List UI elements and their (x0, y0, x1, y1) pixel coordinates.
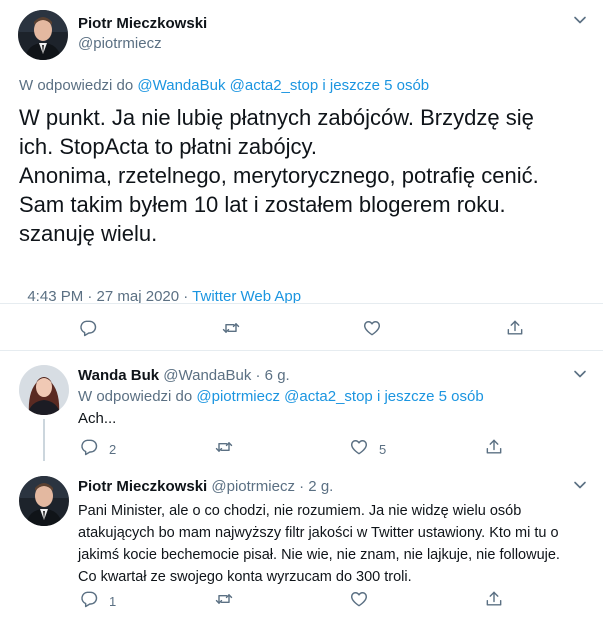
author-handle[interactable]: @piotrmiecz (211, 478, 295, 495)
reply-mentions-link[interactable]: @piotrmiecz @acta2_stop (196, 388, 372, 405)
avatar[interactable] (19, 365, 69, 415)
like-button[interactable]: 5 (349, 437, 386, 462)
tweet-text: W punkt. Ja nie lubię płatnych zabójców.… (19, 103, 539, 248)
tweet-text-line: szanuję wielu. (19, 221, 158, 246)
reply-icon (79, 589, 99, 614)
reply-button[interactable]: 2 (79, 437, 116, 462)
tweet-age[interactable]: · 2 g. (299, 478, 333, 495)
share-button[interactable] (484, 589, 504, 614)
reply-header: Piotr Mieczkowski @piotrmiecz · 2 g. (78, 478, 333, 495)
avatar[interactable] (19, 476, 69, 526)
author-handle[interactable]: @piotrmiecz (78, 35, 162, 52)
tweet-meta: 4:43 PM · 27 maj 2020 · Twitter Web App (19, 271, 301, 305)
like-count: 5 (379, 442, 387, 457)
tweet-text-line: Sam takim byłem 10 lat i zostałem bloger… (19, 192, 506, 217)
retweet-icon (221, 318, 241, 343)
reply-prefix: W odpowiedzi do (78, 388, 193, 405)
author-name[interactable]: Wanda Buk (78, 367, 159, 384)
reply-prefix: W odpowiedzi do (19, 77, 134, 94)
retweet-button[interactable] (214, 437, 234, 462)
reply-count: 1 (109, 594, 117, 609)
reply-header: Wanda Buk @WandaBuk · 6 g. (78, 367, 290, 384)
tweet-text-line: Pani Minister, ale o co chodzi, nie rozu… (78, 503, 522, 519)
author-name[interactable]: Piotr Mieczkowski (78, 15, 207, 32)
tweet-age[interactable]: · 6 g. (256, 367, 290, 384)
tweet-text-line: atakujących bo mam najwyższy filtr jakoś… (78, 525, 559, 541)
share-icon (484, 589, 504, 614)
reply-icon (79, 437, 99, 462)
like-button[interactable] (362, 318, 382, 343)
divider (0, 350, 603, 351)
author-name[interactable]: Piotr Mieczkowski (78, 478, 207, 495)
retweet-icon (214, 437, 234, 462)
tweet-text: Ach... (78, 410, 117, 427)
tweet-text-line: ich. StopActa to płatni zabójcy. (19, 134, 317, 159)
tweet-text-line: Co kwartał ze swojego konta wyrzucam do … (78, 569, 412, 585)
reply-others-link[interactable]: i jeszcze 5 osób (322, 77, 429, 94)
tweet-text-line: W punkt. Ja nie lubię płatnych zabójców.… (19, 105, 534, 130)
thread-line (43, 419, 45, 461)
share-icon (505, 318, 525, 343)
retweet-button[interactable] (214, 589, 234, 614)
author-handle[interactable]: @WandaBuk (163, 367, 251, 384)
like-icon (362, 318, 382, 343)
share-button[interactable] (505, 318, 525, 343)
retweet-icon (214, 589, 234, 614)
reply-button[interactable]: 1 (79, 589, 116, 614)
avatar[interactable] (18, 10, 68, 60)
chevron-down-icon[interactable] (572, 12, 588, 28)
reply-context: W odpowiedzi do @piotrmiecz @acta2_stop … (78, 388, 484, 405)
share-button[interactable] (484, 437, 504, 462)
divider (0, 303, 603, 304)
like-button[interactable] (349, 589, 369, 614)
tweet-text: Pani Minister, ale o co chodzi, nie rozu… (78, 500, 560, 588)
chevron-down-icon[interactable] (572, 477, 588, 493)
reply-mentions-link[interactable]: @WandaBuk @acta2_stop (137, 77, 318, 94)
share-icon (484, 437, 504, 462)
tweet-text-line: Anonima, rzetelnego, merytorycznego, pot… (19, 163, 539, 188)
reply-count: 2 (109, 442, 117, 457)
tweet-text-line: jakimś kocie bechemocie pisał. Nie wie, … (78, 547, 560, 563)
reply-icon (78, 318, 98, 343)
reply-context: W odpowiedzi do @WandaBuk @acta2_stop i … (19, 77, 429, 94)
reply-button[interactable] (78, 318, 98, 343)
retweet-button[interactable] (221, 318, 241, 343)
like-icon (349, 589, 369, 614)
reply-others-link[interactable]: i jeszcze 5 osób (377, 388, 484, 405)
like-icon (349, 437, 369, 462)
chevron-down-icon[interactable] (572, 366, 588, 382)
